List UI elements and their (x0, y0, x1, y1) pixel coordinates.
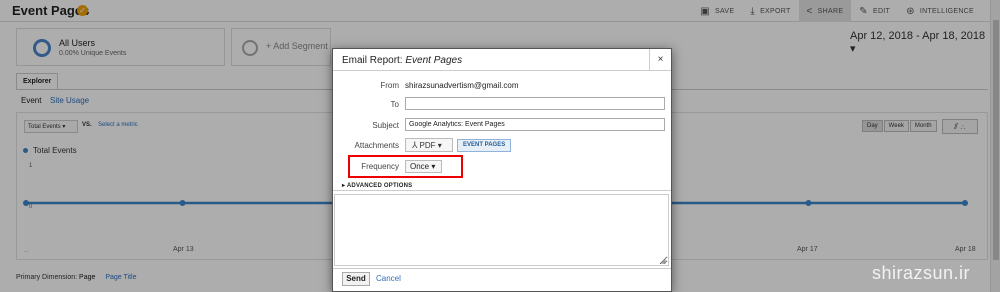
highlight-box (348, 155, 463, 178)
subject-label: Subject (372, 121, 399, 130)
cancel-link[interactable]: Cancel (376, 274, 401, 283)
send-button[interactable]: Send (342, 272, 370, 286)
dialog-footer-divider (333, 268, 671, 269)
pdf-icon: ⅄ (412, 140, 418, 150)
from-value: shirazsunadvertism@gmail.com (405, 81, 519, 90)
close-icon: × (657, 54, 664, 65)
dialog-header: Email Report: Event Pages × (333, 49, 671, 71)
advanced-options-toggle[interactable]: ▸ ADVANCED OPTIONS (342, 182, 412, 189)
to-field[interactable] (405, 97, 665, 110)
message-textarea[interactable] (334, 194, 669, 266)
triangle-right-icon: ▸ (342, 183, 346, 189)
resize-handle-icon[interactable]: ◢ (661, 258, 669, 290)
attachment-format-dropdown[interactable]: ⅄ PDF ▾ (405, 138, 453, 152)
advanced-divider (333, 190, 671, 191)
attachment-chip: EVENT PAGES (457, 139, 512, 152)
attachments-label: Attachments (354, 141, 399, 150)
close-button[interactable]: × (649, 49, 671, 71)
watermark-text: shirazsun.ir (872, 263, 971, 283)
dialog-title: Email Report: Event Pages (342, 55, 463, 66)
to-label: To (390, 100, 399, 109)
from-label: From (380, 81, 399, 90)
subject-field[interactable] (405, 118, 665, 131)
email-report-dialog: Email Report: Event Pages × From shirazs… (332, 48, 672, 292)
